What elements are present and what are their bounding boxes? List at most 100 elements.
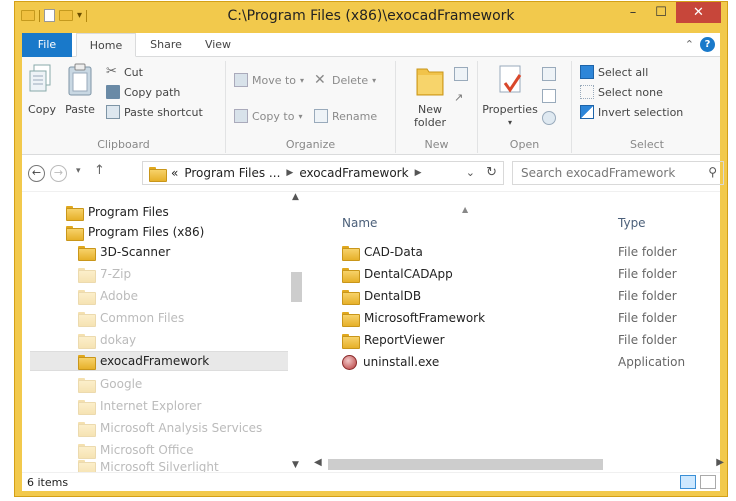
tab-share[interactable]: Share: [140, 33, 192, 57]
new-item-icon[interactable]: [454, 67, 468, 81]
rename-icon: [314, 109, 328, 123]
title-bar: ▾ C:\Program Files (x86)\exocadFramework…: [15, 2, 727, 33]
file-type: File folder: [618, 245, 677, 259]
folder-icon: [78, 333, 96, 349]
nav-pane-scrollbar[interactable]: ▲ ▼: [289, 192, 305, 472]
easy-access-icon[interactable]: ↗: [454, 91, 468, 105]
move-to-icon: [234, 73, 248, 87]
maximize-button[interactable]: ☐: [648, 2, 674, 23]
nav-item-label: Google: [100, 377, 143, 391]
column-header-name[interactable]: Name: [342, 216, 377, 230]
paste-shortcut-button[interactable]: Paste shortcut: [106, 105, 203, 119]
search-input[interactable]: Search exocadFramework ⚲: [512, 161, 724, 185]
large-icons-view-icon[interactable]: [700, 475, 716, 489]
folder-icon: [78, 460, 96, 472]
copy-button[interactable]: Copy: [26, 63, 58, 116]
forward-button[interactable]: →: [50, 165, 67, 182]
nav-item-7-zip[interactable]: 7-Zip: [78, 264, 131, 284]
file-list-horizontal-scrollbar[interactable]: ◀ ▶: [312, 456, 726, 472]
file-type: File folder: [618, 311, 677, 325]
scroll-up-icon[interactable]: ▲: [292, 192, 299, 202]
properties-button[interactable]: Properties ▾: [482, 63, 538, 129]
copy-to-button[interactable]: Copy to ▾: [234, 109, 302, 123]
new-folder-label-1: New: [418, 103, 442, 116]
move-to-button[interactable]: Move to ▾: [234, 73, 304, 87]
new-folder-button[interactable]: New folder: [410, 63, 450, 129]
nav-item-program-files[interactable]: Program Files: [66, 202, 169, 222]
delete-icon: ✕: [314, 72, 326, 88]
recent-locations-icon[interactable]: ▾: [76, 166, 81, 176]
nav-item-internet-explorer[interactable]: Internet Explorer: [78, 396, 201, 416]
copy-path-button[interactable]: Copy path: [106, 85, 180, 99]
breadcrumb-exocadframework[interactable]: exocadFramework: [299, 166, 408, 180]
scroll-thumb[interactable]: [291, 272, 302, 302]
paste-button[interactable]: Paste: [62, 63, 98, 116]
tab-view[interactable]: View: [196, 33, 240, 57]
file-name: DentalDB: [364, 289, 422, 303]
breadcrumb-chevron-icon[interactable]: ▶: [415, 168, 422, 178]
details-view-icon[interactable]: [680, 475, 696, 489]
navigation-pane: Program Files Program Files (x86) 3D-Sca…: [22, 192, 305, 472]
select-all-button[interactable]: Select all: [580, 65, 648, 79]
properties-label: Properties: [482, 103, 538, 116]
nav-item-program-files-x86[interactable]: Program Files (x86): [66, 222, 204, 242]
scroll-right-icon[interactable]: ▶: [716, 457, 724, 468]
tab-file[interactable]: File: [22, 33, 72, 57]
folder-icon: [78, 399, 96, 415]
file-row[interactable]: uninstall.exe Application: [342, 352, 726, 372]
open-icon[interactable]: [542, 67, 556, 81]
tab-home[interactable]: Home: [76, 33, 136, 57]
file-row[interactable]: MicrosoftFramework File folder: [342, 308, 726, 328]
file-row[interactable]: DentalDB File folder: [342, 286, 726, 306]
address-dropdown-icon[interactable]: ⌄: [466, 166, 475, 179]
folder-icon: [342, 289, 360, 305]
file-row[interactable]: ReportViewer File folder: [342, 330, 726, 350]
delete-button[interactable]: ✕ Delete ▾: [314, 73, 376, 87]
select-none-button[interactable]: Select none: [580, 85, 663, 99]
minimize-button[interactable]: –: [620, 2, 646, 23]
copy-to-label: Copy to: [252, 109, 295, 123]
nav-item-common-files[interactable]: Common Files: [78, 308, 184, 328]
scroll-left-icon[interactable]: ◀: [314, 457, 322, 468]
up-button[interactable]: ↑: [94, 163, 105, 178]
refresh-icon[interactable]: ↻: [486, 165, 497, 180]
nav-item-microsoft-silverlight[interactable]: Microsoft Silverlight: [78, 460, 219, 472]
file-row[interactable]: DentalCADApp File folder: [342, 264, 726, 284]
file-row[interactable]: CAD-Data File folder: [342, 242, 726, 262]
nav-item-google[interactable]: Google: [78, 374, 142, 394]
file-type: File folder: [618, 267, 677, 281]
folder-icon: [78, 443, 96, 459]
breadcrumb-overflow[interactable]: «: [171, 166, 178, 180]
help-icon[interactable]: ?: [700, 37, 715, 52]
nav-item-label: Common Files: [100, 311, 185, 325]
nav-item-label: dokay: [100, 333, 137, 347]
cut-button[interactable]: ✂ Cut: [106, 65, 143, 79]
nav-item-adobe[interactable]: Adobe: [78, 286, 138, 306]
select-group: Select all Select none Invert selection …: [572, 61, 722, 153]
nav-item-microsoft-analysis-services[interactable]: Microsoft Analysis Services: [78, 418, 262, 438]
scissors-icon: ✂: [106, 64, 117, 79]
nav-item-3d-scanner[interactable]: 3D-Scanner: [78, 242, 170, 262]
history-icon[interactable]: [542, 111, 556, 125]
breadcrumb-program-files[interactable]: Program Files ...: [184, 166, 280, 180]
scroll-thumb[interactable]: [328, 459, 603, 470]
scroll-down-icon[interactable]: ▼: [292, 460, 299, 470]
invert-selection-button[interactable]: Invert selection: [580, 105, 683, 119]
organize-group: Move to ▾ Copy to ▾ ✕ Delete ▾ Rename Or…: [226, 61, 396, 153]
minimize-ribbon-icon[interactable]: ⌃: [685, 38, 694, 51]
nav-item-exocadframework[interactable]: exocadFramework: [30, 351, 288, 371]
nav-item-dokay[interactable]: dokay: [78, 330, 136, 350]
nav-item-label: Adobe: [100, 289, 138, 303]
address-bar[interactable]: « Program Files ... ▶ exocadFramework ▶ …: [142, 161, 504, 185]
column-header-type[interactable]: Type: [618, 216, 646, 230]
rename-button[interactable]: Rename: [314, 109, 377, 123]
nav-item-microsoft-office[interactable]: Microsoft Office: [78, 440, 193, 460]
paste-shortcut-icon: [106, 105, 120, 119]
close-button[interactable]: ✕: [676, 2, 721, 23]
folder-icon: [342, 311, 360, 327]
edit-icon[interactable]: [542, 89, 556, 103]
back-button[interactable]: ←: [28, 165, 45, 182]
breadcrumb-chevron-icon[interactable]: ▶: [286, 168, 293, 178]
search-icon[interactable]: ⚲: [708, 165, 717, 179]
nav-item-label: Program Files (x86): [88, 225, 205, 239]
